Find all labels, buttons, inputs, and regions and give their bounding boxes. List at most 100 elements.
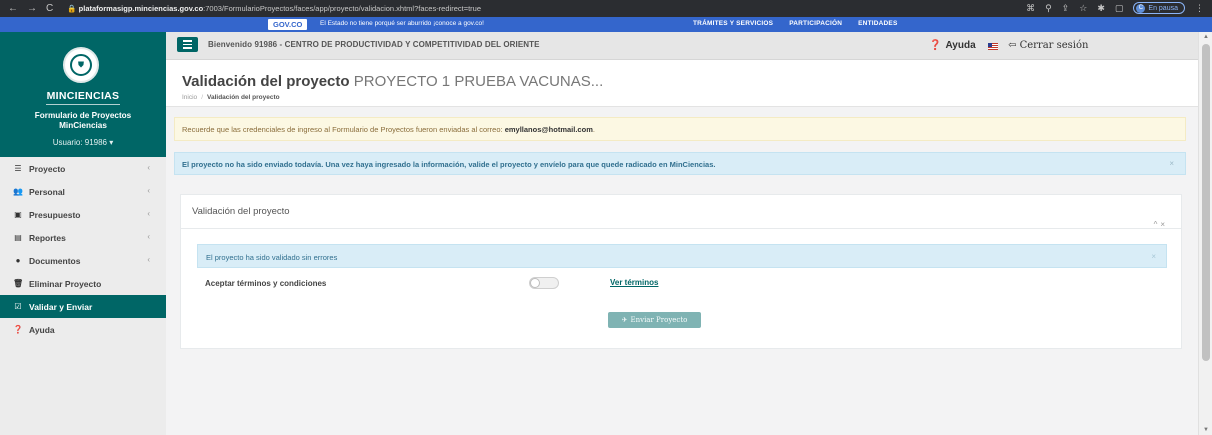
panel-title: Validación del proyecto (192, 206, 290, 217)
sidebar-item-label: Personal (29, 186, 65, 197)
chevron-left-icon: ‹ (147, 209, 150, 218)
page-heading: Validación del proyecto PROYECTO 1 PRUEB… (166, 60, 1198, 107)
breadcrumb: Inicio / Validación del proyecto (182, 94, 280, 101)
sidebar-item-personal[interactable]: 👥 Personal ‹ (0, 180, 166, 203)
accept-terms-toggle[interactable] (529, 277, 559, 289)
money-icon: ▣ (14, 210, 22, 219)
sidebar-item-label: Validar y Enviar (29, 301, 93, 312)
sidebar-item-label: Presupuesto (29, 209, 81, 220)
sidebar-item-validar-y-enviar[interactable]: ☑ Validar y Enviar (0, 295, 166, 318)
govco-bar: GOV.CO El Estado no tiene porqué ser abu… (0, 17, 1212, 32)
browser-toolbar: ← → C 🔒 plataformasigp.minciencias.gov.c… (0, 0, 1212, 17)
us-flag-icon[interactable] (988, 43, 998, 50)
view-terms-link[interactable]: Ver términos (610, 278, 658, 287)
close-icon[interactable]: × (1169, 159, 1174, 168)
bookmark-star-icon[interactable]: ☆ (1079, 3, 1087, 14)
govco-logo[interactable]: GOV.CO (268, 19, 308, 30)
govco-link-participacion[interactable]: PARTICIPACIÓN (789, 20, 842, 27)
trash-icon: 🗑 (13, 279, 24, 288)
welcome-text: Bienvenido 91986 - CENTRO DE PRODUCTIVID… (208, 40, 540, 49)
question-circle-icon: ❓ (929, 40, 942, 51)
seal-shield-icon: ⛊ (70, 54, 92, 76)
brand-subtitle: Formulario de Proyectos MinCiencias (0, 111, 166, 131)
sidebar-item-label: Ayuda (29, 324, 55, 335)
page-title-main: Validación del proyecto (182, 73, 350, 90)
pause-label: En pausa (1148, 4, 1178, 12)
sidebar-item-label: Eliminar Proyecto (29, 278, 102, 289)
list-icon: ☰ (14, 164, 22, 173)
profile-avatar: C (1136, 3, 1146, 13)
browser-actions: ⌘ ⚲ ⇪ ☆ ✱ ▢ C En pausa ⋮ (1026, 2, 1204, 14)
browser-nav: ← → C (0, 3, 53, 14)
govco-link-tramites[interactable]: TRÁMITES Y SERVICIOS (693, 20, 773, 27)
sidebar-item-label: Reportes (29, 232, 66, 243)
top-header: Bienvenido 91986 - CENTRO DE PRODUCTIVID… (166, 32, 1198, 60)
credentials-alert-text: Recuerde que las credenciales de ingreso… (182, 125, 503, 134)
url-host: plataformasigp.minciencias.gov.co (78, 4, 204, 13)
breadcrumb-separator: / (201, 94, 203, 101)
sidebar-menu: ☰ Proyecto ‹ 👥 Personal ‹ ▣ Presupuesto … (0, 157, 166, 341)
sidebar-brand: ⛊ MINCIENCIAS Formulario de Proyectos Mi… (0, 32, 166, 157)
sidebar-item-documentos[interactable]: ● Documentos ‹ (0, 249, 166, 272)
govco-message[interactable]: El Estado no tiene porqué ser aburrido ¡… (320, 20, 484, 27)
credentials-email: emyllanos@hotmail.com (504, 125, 593, 134)
page-title: Validación del proyecto PROYECTO 1 PRUEB… (182, 73, 603, 90)
brand-subtitle-line1: Formulario de Proyectos (34, 111, 132, 120)
sidebar-item-label: Documentos (29, 255, 81, 266)
profile-pause-button[interactable]: C En pausa (1133, 2, 1185, 14)
help-label: Ayuda (945, 40, 976, 51)
users-icon: 👥 (13, 187, 23, 196)
toggle-knob (530, 278, 540, 288)
sign-out-icon: ⇦ (1008, 40, 1017, 51)
close-icon[interactable]: × (1151, 252, 1156, 261)
page-scrollbar[interactable]: ▲ ▼ (1198, 32, 1212, 435)
help-link[interactable]: ❓ Ayuda (929, 40, 976, 51)
sidebar-item-eliminar-proyecto[interactable]: 🗑 Eliminar Proyecto (0, 272, 166, 295)
window-icon[interactable]: ▢ (1115, 3, 1124, 14)
sidebar-item-proyecto[interactable]: ☰ Proyecto ‹ (0, 157, 166, 180)
back-icon[interactable]: ← (8, 3, 18, 14)
paper-plane-icon: ✈ (621, 316, 628, 324)
scrollbar-thumb[interactable] (1202, 44, 1210, 361)
logout-link[interactable]: ⇦ Cerrar sesión (1008, 40, 1088, 51)
terms-label: Aceptar términos y condiciones (205, 279, 327, 288)
scroll-down-icon[interactable]: ▼ (1203, 427, 1209, 433)
coat-of-arms-logo: ⛊ (63, 47, 99, 83)
send-project-label: Enviar Proyecto (630, 316, 688, 324)
check-square-icon: ☑ (14, 302, 22, 311)
translate-icon[interactable]: ⌘ (1026, 3, 1035, 14)
validation-panel: Validación del proyecto ^× El proyecto h… (180, 194, 1182, 349)
address-bar[interactable]: 🔒 plataformasigp.minciencias.gov.co:7003… (67, 4, 481, 13)
url-path: :7003/FormularioProyectos/faces/app/proy… (203, 4, 482, 13)
sidebar: ⛊ MINCIENCIAS Formulario de Proyectos Mi… (0, 32, 166, 435)
sidebar-item-label: Proyecto (29, 163, 66, 174)
validation-success-alert: El proyecto ha sido validado sin errores… (197, 244, 1167, 268)
govco-link-entidades[interactable]: ENTIDADES (858, 20, 897, 27)
sidebar-item-reportes[interactable]: ▤ Reportes ‹ (0, 226, 166, 249)
kebab-menu-icon[interactable]: ⋮ (1195, 3, 1204, 14)
share-icon[interactable]: ⇪ (1062, 3, 1070, 14)
extensions-icon[interactable]: ✱ (1097, 3, 1105, 14)
chevron-left-icon: ‹ (147, 232, 150, 241)
panel-divider (181, 228, 1181, 229)
zoom-icon[interactable]: ⚲ (1045, 3, 1052, 14)
send-project-button[interactable]: ✈ Enviar Proyecto (608, 312, 701, 328)
validation-success-text: El proyecto ha sido validado sin errores (206, 253, 338, 262)
breadcrumb-current: Validación del proyecto (207, 94, 280, 101)
sidebar-item-ayuda[interactable]: ❓ Ayuda (0, 318, 166, 341)
report-icon: ▤ (14, 233, 22, 242)
breadcrumb-home[interactable]: Inicio (182, 94, 197, 101)
forward-icon[interactable]: → (27, 3, 37, 14)
brand-title: MINCIENCIAS (46, 90, 120, 102)
scroll-up-icon[interactable]: ▲ (1203, 34, 1209, 40)
hamburger-menu-icon[interactable] (177, 37, 198, 52)
credentials-alert: Recuerde que las credenciales de ingreso… (174, 117, 1186, 141)
user-dropdown[interactable]: Usuario: 91986 ▾ (0, 138, 166, 147)
circle-icon: ● (15, 256, 21, 265)
lock-icon: 🔒 (67, 4, 77, 13)
reload-icon[interactable]: C (46, 3, 53, 14)
not-sent-alert-text: El proyecto no ha sido enviado todavía. … (182, 160, 716, 169)
logout-label: Cerrar sesión (1019, 40, 1089, 51)
chevron-left-icon: ‹ (147, 163, 150, 172)
sidebar-item-presupuesto[interactable]: ▣ Presupuesto ‹ (0, 203, 166, 226)
